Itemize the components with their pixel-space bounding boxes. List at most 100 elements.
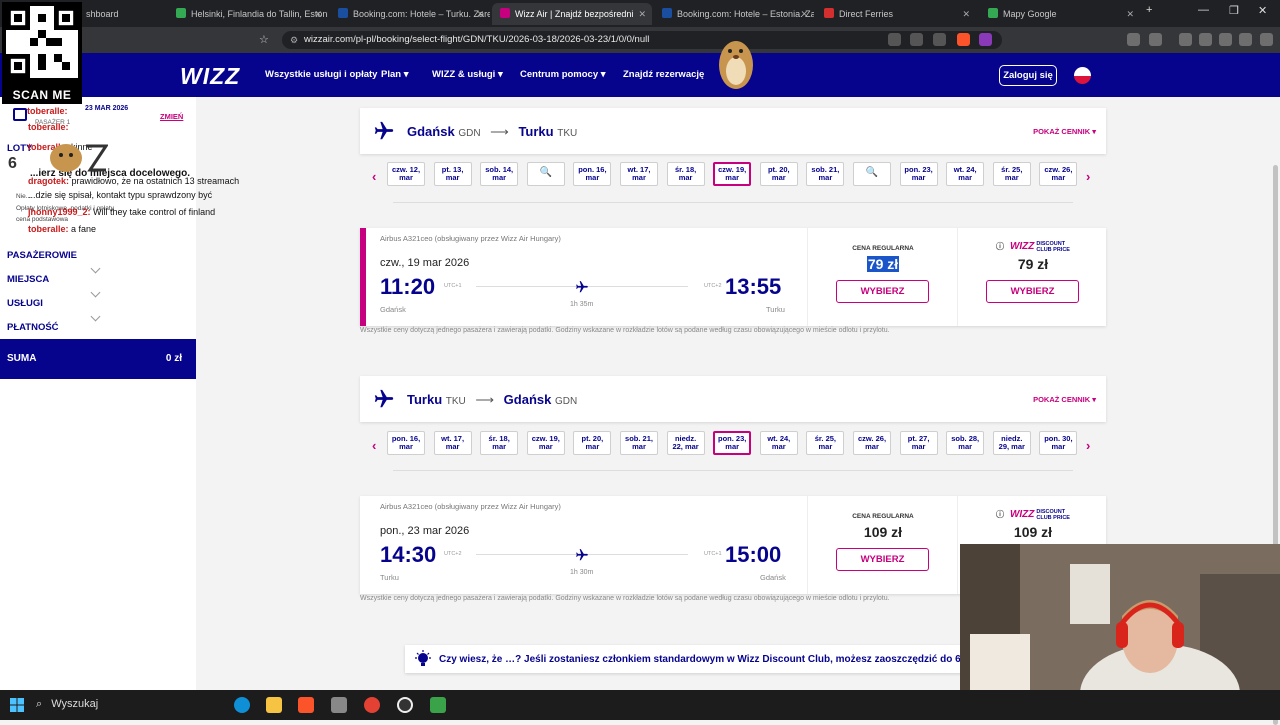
next-dates-icon[interactable]: › — [1086, 169, 1090, 184]
prev-dates-icon[interactable]: ‹ — [372, 169, 376, 184]
browser-tab[interactable]: Helsinki, Finlandia do Tallin, Estonia ✕ — [168, 3, 328, 25]
airplane-icon — [576, 549, 588, 561]
browser-tab[interactable]: Booking.com: Hotele – Turku. Zarez ✕ — [330, 3, 490, 25]
browser-tab[interactable]: Direct Ferries ✕ — [816, 3, 976, 25]
flight-duration: 1h 30m — [570, 569, 594, 576]
extension-icon[interactable] — [888, 33, 901, 46]
date-tile[interactable]: pt. 20, mar — [759, 162, 798, 186]
prev-dates-icon[interactable]: ‹ — [372, 438, 376, 453]
sidebar-payment[interactable]: PŁATNOŚĆ — [7, 322, 59, 333]
extension-icon[interactable] — [1149, 33, 1162, 46]
discount-club-tip[interactable]: Czy wiesz, że …? Jeśli zostaniesz członk… — [405, 645, 981, 673]
poland-flag-icon[interactable] — [1074, 67, 1091, 84]
browser-tab-active[interactable]: Wizz Air | Znajdź bezpośredni ✕ — [492, 3, 652, 25]
menu-icon[interactable] — [1260, 33, 1273, 46]
date-tile[interactable]: śr. 18, mar — [666, 162, 705, 186]
date-tile[interactable]: czw. 19, mar — [713, 162, 752, 186]
select-club-button[interactable]: WYBIERZ — [986, 280, 1079, 303]
new-tab-button[interactable]: + — [1146, 4, 1152, 16]
extension-icon[interactable] — [910, 33, 923, 46]
info-icon[interactable]: ⓘ — [996, 510, 1004, 519]
date-tile[interactable]: śr. 18, mar — [480, 431, 519, 455]
date-tile[interactable]: czw. 26, mar — [1039, 162, 1078, 186]
nav-help-center[interactable]: Centrum pomocy ▾ — [520, 69, 606, 80]
date-search-button[interactable]: 🔍 — [526, 162, 565, 186]
sidebar-services[interactable]: USŁUGI — [7, 298, 43, 309]
select-regular-button[interactable]: WYBIERZ — [836, 548, 929, 571]
date-tile[interactable]: pon. 16, mar — [573, 162, 612, 186]
rewards-icon[interactable] — [979, 33, 992, 46]
wizz-logo[interactable]: WIZZ — [180, 63, 240, 90]
browser-tab[interactable]: Booking.com: Hotele – Estonia. Zarez ✕ — [654, 3, 814, 25]
date-tile[interactable]: wt. 24, mar — [946, 162, 985, 186]
edge-icon[interactable] — [234, 697, 250, 713]
date-tile[interactable]: pt. 13, mar — [433, 162, 472, 186]
close-icon[interactable]: ✕ — [314, 3, 322, 25]
date-tile[interactable]: czw. 26, mar — [853, 431, 891, 455]
date-tile[interactable]: pon. 23, mar — [899, 162, 938, 186]
next-dates-icon[interactable]: › — [1086, 438, 1090, 453]
brave-shield-icon[interactable] — [957, 33, 970, 46]
date-tile[interactable]: śr. 25, mar — [806, 431, 845, 455]
close-icon[interactable]: ✕ — [1126, 3, 1134, 25]
date-tile[interactable]: śr. 25, mar — [992, 162, 1031, 186]
share-icon[interactable] — [933, 33, 946, 46]
date-tile[interactable]: czw. 19, mar — [526, 431, 565, 455]
nav-wizz-services[interactable]: WIZZ & usługi ▾ — [432, 69, 503, 80]
date-tile[interactable]: sob. 28, mar — [946, 431, 985, 455]
show-prices-link[interactable]: POKAŻ CENNIK ▾ — [1033, 395, 1096, 404]
brave-icon[interactable] — [298, 697, 314, 713]
close-icon[interactable]: ✕ — [638, 3, 646, 25]
date-tile[interactable]: pon. 30, mar — [1039, 431, 1078, 455]
date-tile[interactable]: czw. 12, mar — [387, 162, 425, 186]
select-regular-button[interactable]: WYBIERZ — [836, 280, 929, 303]
date-tile[interactable]: wt. 24, mar — [759, 431, 798, 455]
date-tile[interactable]: niedz. 22, mar — [666, 431, 705, 455]
regular-price-value: 79 zł — [866, 256, 900, 272]
app-icon[interactable] — [430, 697, 446, 713]
show-prices-link[interactable]: POKAŻ CENNIK ▾ — [1033, 127, 1096, 136]
date-tile[interactable]: pt. 27, mar — [899, 431, 938, 455]
minimize-icon[interactable]: — — [1198, 4, 1209, 16]
login-button[interactable]: Zaloguj się — [999, 65, 1057, 86]
date-tile[interactable]: niedz. 29, mar — [992, 431, 1031, 455]
wallet-icon[interactable] — [1199, 33, 1212, 46]
nav-find-booking[interactable]: Znajdź rezerwację — [623, 69, 704, 80]
date-tile[interactable]: wt. 17, mar — [620, 162, 658, 186]
sidebar-icon[interactable] — [1179, 33, 1192, 46]
sidebar-passengers[interactable]: PASAŻEROWIE — [7, 250, 77, 261]
date-tile-month: mar — [492, 442, 507, 451]
outbound-flight-card[interactable]: Airbus A321ceo (obsługiwany przez Wizz A… — [360, 228, 1106, 326]
date-search-button[interactable]: 🔍 — [853, 162, 891, 186]
file-explorer-icon[interactable] — [266, 697, 282, 713]
close-window-icon[interactable]: ✕ — [1258, 4, 1267, 17]
info-icon[interactable]: ⓘ — [996, 242, 1004, 251]
app-icon[interactable] — [331, 697, 347, 713]
nav-plan[interactable]: Plan ▾ — [381, 69, 408, 80]
change-link[interactable]: ZMIEŃ — [160, 112, 183, 121]
date-tile[interactable]: sob. 21, mar — [806, 162, 845, 186]
extensions-icon[interactable] — [1127, 33, 1140, 46]
date-tile[interactable]: wt. 17, mar — [433, 431, 472, 455]
close-icon[interactable]: ✕ — [962, 3, 970, 25]
date-tile[interactable]: pon. 16, mar — [387, 431, 425, 455]
date-tile[interactable]: sob. 21, mar — [620, 431, 658, 455]
date-tile[interactable]: pt. 20, mar — [573, 431, 612, 455]
windows-start-icon[interactable] — [10, 698, 24, 712]
date-tile[interactable]: sob. 14, mar — [480, 162, 519, 186]
close-icon[interactable]: ✕ — [800, 3, 808, 25]
bookmark-icon[interactable]: ☆ — [259, 33, 269, 46]
chrome-icon[interactable] — [364, 697, 380, 713]
close-icon[interactable]: ✕ — [476, 3, 484, 25]
browser-tab[interactable]: shboard — [78, 3, 168, 25]
sidebar-seats[interactable]: MIEJSCA — [7, 274, 49, 285]
vpn-icon[interactable] — [1239, 33, 1252, 46]
browser-tab[interactable]: Mapy Google ✕ — [980, 3, 1140, 25]
restore-icon[interactable]: ❐ — [1229, 4, 1239, 17]
site-info-icon[interactable]: ⚙ — [290, 31, 298, 49]
date-tile[interactable]: pon. 23, mar — [713, 431, 752, 455]
taskbar-search[interactable]: ⌕ Wyszukaj — [36, 698, 98, 711]
leo-icon[interactable] — [1219, 33, 1232, 46]
nav-all-services[interactable]: Wszystkie usługi i opłaty — [265, 69, 377, 80]
obs-icon[interactable] — [397, 697, 413, 713]
